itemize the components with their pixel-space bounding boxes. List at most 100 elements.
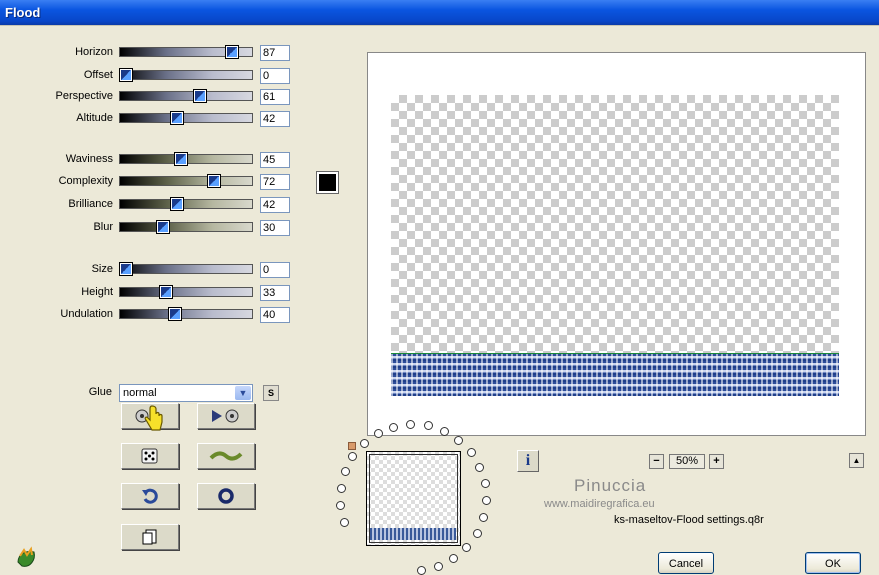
blur-slider-thumb[interactable] <box>156 221 169 233</box>
navigator-dot <box>475 462 485 472</box>
height-slider[interactable] <box>119 286 253 298</box>
save-preset-button[interactable] <box>197 403 255 429</box>
blur-value-field[interactable]: 30 <box>260 220 290 236</box>
waviness-label: Waviness <box>65 153 113 165</box>
horizon-value-field[interactable]: 87 <box>260 45 290 61</box>
glue-value: normal <box>123 387 157 399</box>
brilliance-label: Brilliance <box>68 198 113 210</box>
glue-s-button[interactable]: S <box>263 385 279 401</box>
altitude-label: Altitude <box>76 112 113 124</box>
randomize-icon <box>141 448 158 464</box>
randomize-button[interactable] <box>121 443 179 469</box>
navigator-dot <box>348 452 358 462</box>
size-slider-thumb[interactable] <box>120 263 132 275</box>
wave-icon <box>209 451 243 461</box>
navigator-dot <box>466 448 476 458</box>
blur-slider[interactable] <box>119 221 253 233</box>
navigator-handle[interactable] <box>348 442 356 450</box>
glue-label: Glue <box>88 386 112 398</box>
navigator-dot <box>462 542 472 552</box>
copy-button[interactable] <box>121 524 179 550</box>
perspective-slider[interactable] <box>119 90 253 102</box>
reset-icon <box>142 488 158 504</box>
navigator-thumbnail[interactable] <box>366 451 461 546</box>
height-slider-thumb[interactable] <box>160 286 173 298</box>
navigator-dot <box>472 528 482 538</box>
navigator-dot <box>439 426 449 436</box>
perspective-label: Perspective <box>55 90 113 102</box>
ok-button[interactable]: OK <box>805 552 861 574</box>
undulation-value-field[interactable]: 40 <box>260 307 290 323</box>
watermark-url: www.maidiregrafica.eu <box>544 498 655 510</box>
reset-button[interactable] <box>121 483 179 509</box>
save-preset-icon <box>212 409 239 423</box>
navigator-dot <box>336 484 346 494</box>
navigator-dot <box>373 429 383 439</box>
collapse-button[interactable]: ▲ <box>849 453 864 468</box>
height-label: Height <box>81 286 113 298</box>
navigator-dot <box>336 501 346 511</box>
altitude-slider[interactable] <box>119 112 253 124</box>
perspective-slider-thumb[interactable] <box>194 90 207 102</box>
cancel-button[interactable]: Cancel <box>658 552 714 574</box>
waviness-slider[interactable] <box>119 153 253 165</box>
circle-button[interactable] <box>197 483 255 509</box>
color-swatch[interactable] <box>317 172 338 193</box>
flood-dialog: Horizon 87 Offset 0 Perspective 61 Altitude 42 W… <box>0 25 879 575</box>
flood-water-preview <box>391 353 839 396</box>
window-title: Flood <box>5 5 41 20</box>
app-logo-icon <box>17 546 35 567</box>
waviness-value-field[interactable]: 45 <box>260 152 290 168</box>
preview-panel <box>367 52 866 436</box>
undulation-slider-thumb[interactable] <box>168 308 181 320</box>
size-label: Size <box>91 263 113 275</box>
size-slider[interactable] <box>119 263 253 275</box>
preset-filename: ks-maseltov-Flood settings.q8r <box>614 514 764 526</box>
navigator-dot <box>359 439 369 449</box>
complexity-value-field[interactable]: 72 <box>260 174 290 190</box>
waviness-slider-thumb[interactable] <box>174 153 187 165</box>
horizon-slider-thumb[interactable] <box>226 46 239 58</box>
navigator-dot <box>340 517 350 527</box>
complexity-label: Complexity <box>58 175 113 187</box>
undulation-label: Undulation <box>60 308 113 320</box>
complexity-slider-thumb[interactable] <box>207 175 220 187</box>
brilliance-slider[interactable] <box>119 198 253 210</box>
navigator-dot <box>481 496 491 506</box>
info-button[interactable]: i <box>517 450 539 472</box>
complexity-slider[interactable] <box>119 175 253 187</box>
horizon-slider[interactable] <box>119 46 253 58</box>
zoom-in-button[interactable]: + <box>709 454 724 469</box>
offset-slider[interactable] <box>119 69 253 81</box>
brilliance-slider-thumb[interactable] <box>171 198 184 210</box>
brilliance-value-field[interactable]: 42 <box>260 197 290 213</box>
circle-icon <box>218 488 234 504</box>
navigator-dot <box>454 435 464 445</box>
title-bar[interactable]: Flood <box>0 0 879 25</box>
undulation-slider[interactable] <box>119 308 253 320</box>
offset-label: Offset <box>83 69 113 81</box>
zoom-out-button[interactable]: − <box>649 454 664 469</box>
copy-icon <box>142 529 157 545</box>
navigator-dot <box>449 553 459 563</box>
wave-button[interactable] <box>197 443 255 469</box>
altitude-value-field[interactable]: 42 <box>260 111 290 127</box>
transparent-canvas <box>391 95 839 395</box>
height-value-field[interactable]: 33 <box>260 285 290 301</box>
zoom-level: 50% <box>669 454 705 469</box>
offset-slider-thumb[interactable] <box>120 69 132 81</box>
hand-cursor-icon <box>144 405 163 431</box>
perspective-value-field[interactable]: 61 <box>260 89 290 105</box>
size-value-field[interactable]: 0 <box>260 262 290 278</box>
navigator-dot <box>340 467 350 477</box>
navigator-dot <box>423 421 433 431</box>
navigator-view-rect[interactable] <box>369 454 458 543</box>
blur-label: Blur <box>93 221 113 233</box>
altitude-slider-thumb[interactable] <box>171 112 184 124</box>
chevron-down-icon[interactable]: ▼ <box>235 386 251 400</box>
offset-value-field[interactable]: 0 <box>260 68 290 84</box>
navigator-dot <box>479 513 489 523</box>
glue-select[interactable]: normal ▼ <box>119 384 253 402</box>
watermark-name: Pinuccia <box>574 476 647 495</box>
navigator-dot <box>433 561 443 571</box>
